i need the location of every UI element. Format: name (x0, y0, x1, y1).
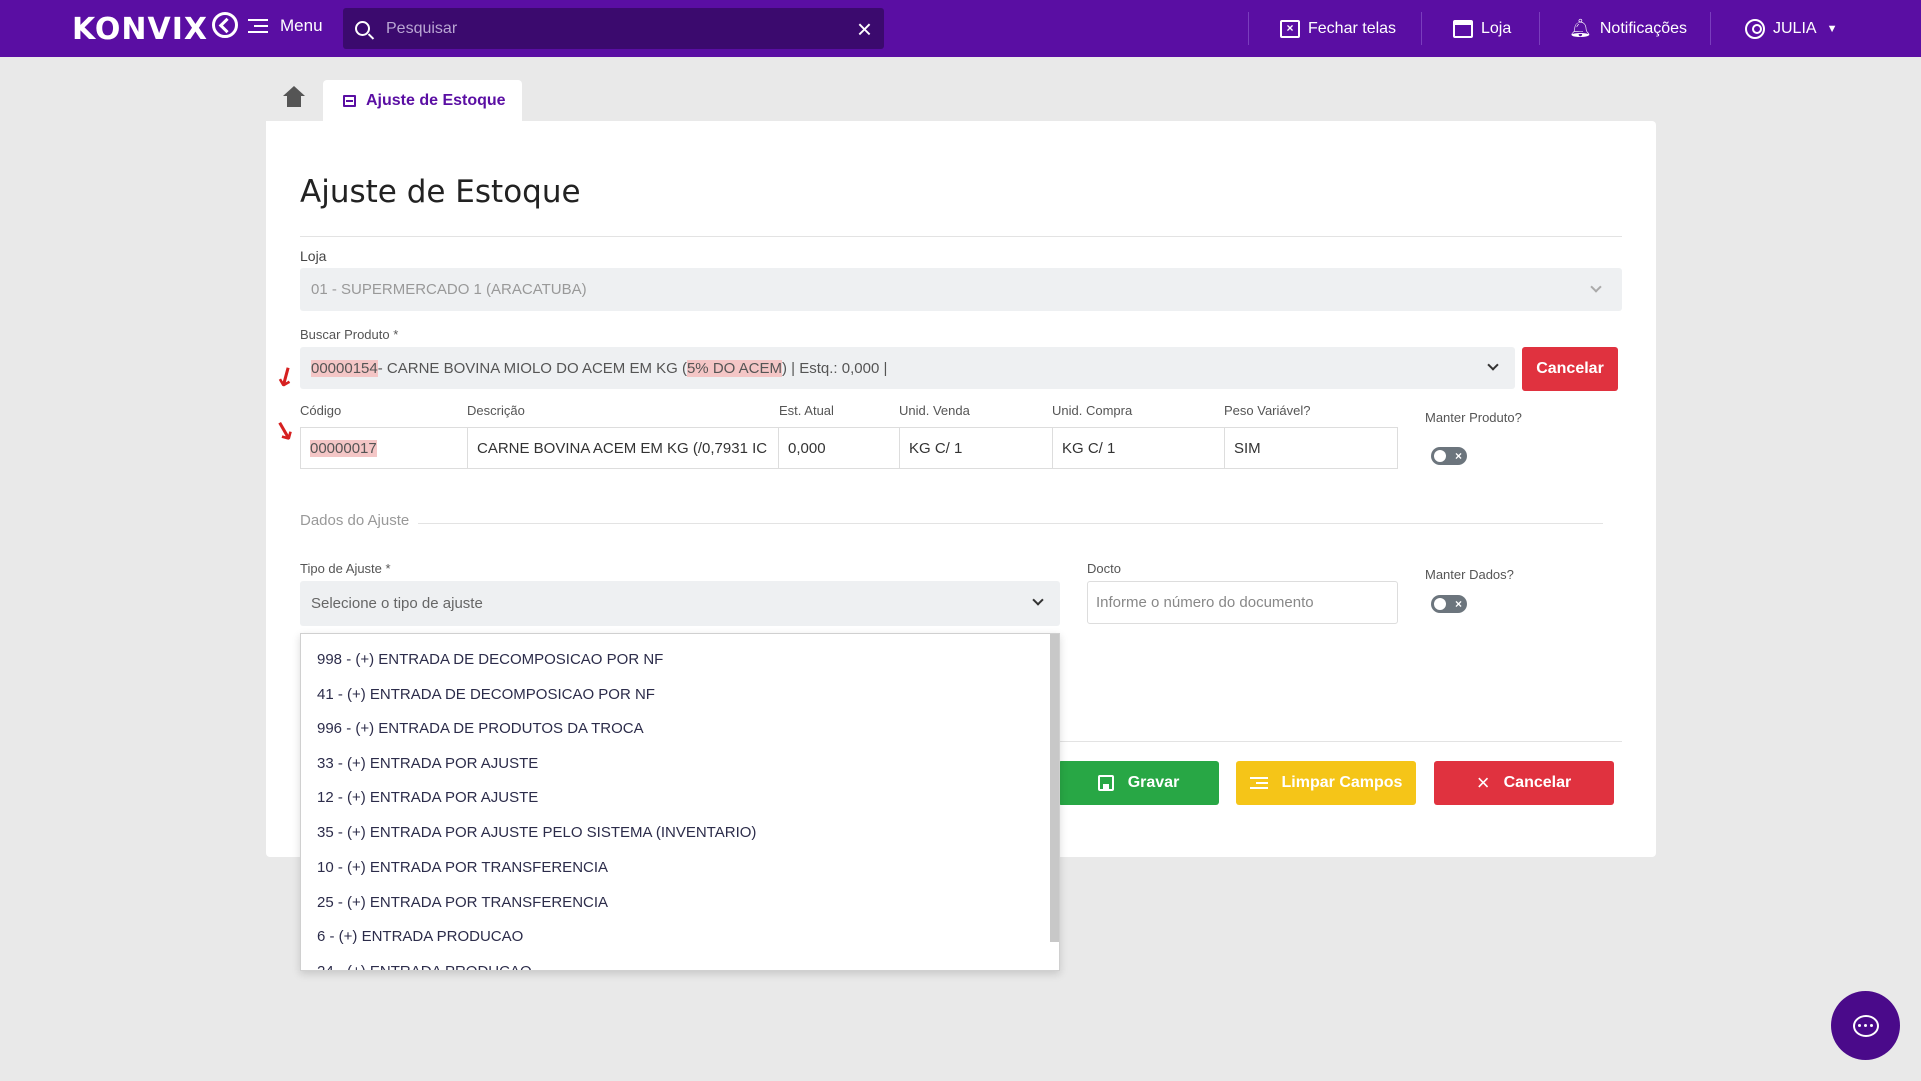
header-est-atual: Est. Atual (779, 403, 834, 418)
notificacoes-label: Notificações (1599, 19, 1688, 37)
fechar-telas-button[interactable]: × Fechar telas (1280, 0, 1396, 57)
divider (418, 523, 1603, 524)
search-input[interactable] (386, 19, 857, 38)
cancelar-produto-button[interactable]: Cancelar (1522, 347, 1618, 391)
header-unid-venda: Unid. Venda (899, 403, 970, 418)
header-descricao: Descrição (467, 403, 525, 418)
page-title: Ajuste de Estoque (300, 174, 581, 210)
loja-select[interactable]: 01 - SUPERMERCADO 1 (ARACATUBA) (300, 268, 1622, 311)
menu-button[interactable]: Menu (248, 16, 323, 36)
tab-ajuste-estoque[interactable]: Ajuste de Estoque (323, 80, 522, 121)
dropdown-option[interactable]: 6 - (+) ENTRADA PRODUCAO (317, 928, 523, 945)
home-icon (283, 86, 305, 96)
dropdown-option[interactable]: 35 - (+) ENTRADA POR AJUSTE PELO SISTEMA… (317, 824, 756, 841)
cell-codigo: 00000017 (300, 427, 468, 469)
fechar-telas-label: Fechar telas (1308, 19, 1397, 37)
product-code-highlight: 00000154 (311, 359, 378, 377)
product-stock: ) | Estq.: 0,000 | (782, 359, 888, 377)
tab-label: Ajuste de Estoque (366, 91, 506, 109)
cell-unid-compra: KG C/ 1 (1052, 427, 1225, 469)
tipo-ajuste-label: Tipo de Ajuste * (300, 561, 391, 576)
header-peso-variavel: Peso Variável? (1224, 403, 1311, 418)
tipo-ajuste-placeholder: Selecione o tipo de ajuste (311, 595, 483, 612)
chevron-down-icon: ▼ (1826, 22, 1838, 35)
close-icon: × (1454, 449, 1462, 463)
gravar-button[interactable]: Gravar (1058, 761, 1219, 805)
docto-label: Docto (1087, 561, 1121, 576)
chat-icon (1852, 1014, 1879, 1037)
manter-produto-toggle[interactable]: × (1431, 447, 1467, 465)
close-windows-icon: × (1280, 19, 1300, 38)
dropdown-option[interactable]: 25 - (+) ENTRADA POR TRANSFERENCIA (317, 894, 608, 911)
notificacoes-button[interactable]: 🔔︎ Notificações (1569, 0, 1687, 57)
clear-search-icon[interactable]: × (857, 16, 872, 42)
cell-est-atual: 0,000 (778, 427, 900, 469)
store-icon (1453, 19, 1473, 38)
close-icon: × (1454, 597, 1462, 611)
codigo-value: 00000017 (310, 439, 377, 457)
divider (1248, 12, 1249, 45)
box-icon (343, 94, 356, 107)
buscar-produto-select[interactable]: 00000154 - CARNE BOVINA MIOLO DO ACEM EM… (300, 347, 1515, 389)
cell-unid-venda: KG C/ 1 (899, 427, 1053, 469)
bell-icon: 🔔︎ (1569, 18, 1592, 38)
user-name: JULIA (1773, 19, 1817, 37)
manter-produto-label: Manter Produto? (1425, 410, 1522, 425)
header-unid-compra: Unid. Compra (1052, 403, 1133, 418)
logo-text: KONVIX (72, 12, 209, 47)
dropdown-option[interactable]: 41 - (+) ENTRADA DE DECOMPOSICAO POR NF (317, 686, 655, 703)
logo-check-icon (212, 11, 239, 38)
cell-peso-variavel: SIM (1224, 427, 1398, 469)
divider (1060, 741, 1622, 742)
save-icon (1097, 775, 1114, 791)
menu-label: Menu (280, 16, 323, 35)
header-codigo: Código (300, 403, 342, 418)
menu-icon (248, 18, 270, 34)
user-icon (1745, 18, 1765, 39)
search-icon (355, 21, 370, 36)
chat-button[interactable] (1831, 991, 1900, 1060)
loja-value: 01 - SUPERMERCADO 1 (ARACATUBA) (311, 281, 587, 298)
divider (1421, 12, 1422, 45)
clear-lines-icon (1249, 777, 1268, 789)
product-pct-highlight: 5% DO ACEM (686, 359, 782, 377)
tipo-ajuste-dropdown: 998 - (+) ENTRADA DE DECOMPOSICAO POR NF… (300, 633, 1060, 971)
dropdown-option[interactable]: 24 - (+) ENTRADA PRODUCAO (317, 963, 532, 970)
loja-button[interactable]: Loja (1453, 0, 1511, 57)
dropdown-option[interactable]: 10 - (+) ENTRADA POR TRANSFERENCIA (317, 859, 608, 876)
limpar-campos-button[interactable]: Limpar Campos (1236, 761, 1416, 805)
limpar-label: Limpar Campos (1281, 774, 1403, 791)
manter-dados-toggle[interactable]: × (1431, 595, 1467, 613)
divider (300, 236, 1622, 237)
chevron-down-icon (1487, 359, 1499, 371)
loja-label: Loja (300, 248, 327, 264)
dropdown-option[interactable]: 12 - (+) ENTRADA POR AJUSTE (317, 789, 538, 806)
gravar-label: Gravar (1127, 774, 1180, 791)
docto-input[interactable] (1087, 581, 1398, 624)
dropdown-option[interactable]: 996 - (+) ENTRADA DE PRODUTOS DA TROCA (317, 720, 644, 737)
tipo-ajuste-select[interactable]: Selecione o tipo de ajuste (300, 581, 1060, 626)
konvix-logo[interactable]: KONVIX (72, 11, 239, 47)
chevron-down-icon (1032, 594, 1044, 606)
home-tab[interactable] (280, 86, 310, 112)
cancelar-button[interactable]: × Cancelar (1434, 761, 1614, 805)
search-bar: × (343, 8, 884, 49)
buscar-produto-label: Buscar Produto * (300, 327, 399, 342)
divider (1539, 12, 1540, 45)
dropdown-option[interactable]: 33 - (+) ENTRADA POR AJUSTE (317, 755, 538, 772)
top-bar: KONVIX Menu × × Fechar telas Loja 🔔︎ Not… (0, 0, 1921, 57)
dados-ajuste-legend: Dados do Ajuste (300, 512, 410, 529)
cancelar-label: Cancelar (1503, 774, 1572, 791)
close-icon: × (1476, 770, 1490, 795)
chevron-down-icon (1590, 281, 1602, 293)
divider (1710, 12, 1711, 45)
loja-label: Loja (1481, 19, 1512, 37)
dropdown-option[interactable]: 998 - (+) ENTRADA DE DECOMPOSICAO POR NF (317, 651, 663, 668)
cell-descricao: CARNE BOVINA ACEM EM KG (/0,7931 IC (467, 427, 779, 469)
dropdown-scrollbar[interactable] (1050, 634, 1059, 942)
user-menu[interactable]: JULIA ▼ (1745, 0, 1837, 57)
manter-dados-label: Manter Dados? (1425, 567, 1514, 582)
product-name: - CARNE BOVINA MIOLO DO ACEM EM KG ( (377, 359, 687, 377)
